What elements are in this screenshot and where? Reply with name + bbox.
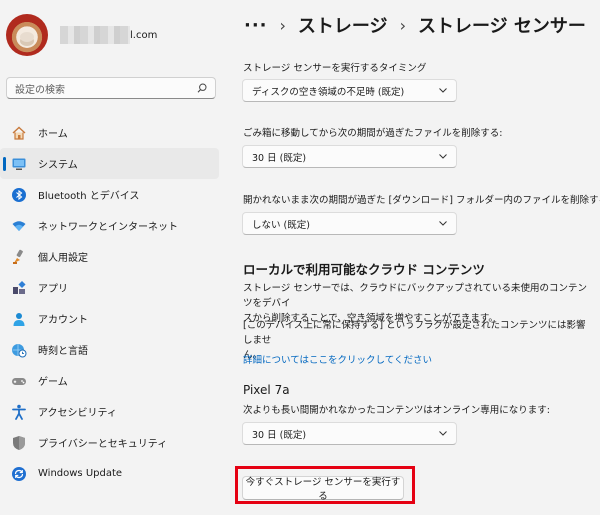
sidebar-item-apps[interactable]: アプリ [0, 272, 219, 303]
downloads-value: しない (既定) [252, 219, 310, 231]
shield-icon [11, 435, 27, 451]
sidebar-item-label: アカウント [38, 315, 88, 326]
breadcrumb-storage[interactable]: ストレージ [298, 12, 388, 38]
monitor-icon [11, 156, 27, 172]
sidebar-item-label: システム [38, 160, 78, 171]
sidebar-item-home[interactable]: ホーム [0, 117, 219, 148]
sidebar-item-label: アクセシビリティ [38, 408, 117, 419]
sidebar-item-system[interactable]: システム [0, 148, 219, 179]
online-only-label: 次よりも長い間開かれなかったコンテンツはオンライン専用になります: [243, 405, 551, 416]
cloud-content-heading: ローカルで利用可能なクラウド コンテンツ [243, 262, 485, 277]
sidebar-item-bluetooth[interactable]: Bluetooth とデバイス [0, 179, 219, 210]
person-icon [11, 311, 27, 327]
search-input[interactable]: 設定の検索 [6, 77, 216, 99]
email-suffix: l.com [130, 29, 158, 41]
chevron-down-icon [439, 221, 447, 226]
sidebar-item-label: Windows Update [38, 468, 123, 479]
sidebar-item-label: 時刻と言語 [38, 346, 88, 357]
nav-list: ホーム システム Bluetooth とデバイス ネットワークとインターネット … [0, 117, 222, 489]
sidebar-item-privacy-security[interactable]: プライバシーとセキュリティ [0, 427, 219, 458]
sidebar-item-accessibility[interactable]: アクセシビリティ [0, 396, 219, 427]
sidebar-item-windows-update[interactable]: Windows Update [0, 458, 219, 489]
bluetooth-icon [11, 187, 27, 203]
wifi-icon [11, 218, 27, 234]
breadcrumb-overflow-button[interactable]: ··· [244, 15, 268, 36]
sidebar-item-personalization[interactable]: 個人用設定 [0, 241, 219, 272]
page-title: ストレージ センサー [417, 16, 586, 37]
timing-dropdown[interactable]: ディスクの空き領域の不足時 (既定) [242, 79, 457, 102]
chevron-down-icon [439, 88, 447, 93]
search-icon [197, 83, 207, 93]
home-icon [11, 125, 27, 141]
sidebar-item-label: 個人用設定 [38, 253, 88, 264]
chevron-right-icon: › [399, 15, 406, 35]
sidebar-item-network[interactable]: ネットワークとインターネット [0, 210, 219, 241]
sidebar-item-label: ホーム [38, 129, 68, 140]
run-storage-sense-button[interactable]: 今すぐストレージ センサーを実行する [242, 476, 404, 502]
cloud-description-line: ストレージ センサーでは、クラウドにバックアップされている未使用のコンテンツをデ… [243, 283, 587, 309]
recycle-bin-dropdown[interactable]: 30 日 (既定) [242, 145, 457, 168]
sidebar: l.com 設定の検索 ホーム システム Bluetooth とデバイス ネット… [0, 0, 228, 515]
recycle-bin-label: ごみ箱に移動してから次の期間が過ぎたファイルを削除する: [243, 128, 503, 139]
search-placeholder: 設定の検索 [15, 84, 65, 96]
avatar [6, 14, 48, 56]
main-content: ··· › ストレージ › ストレージ センサー ストレージ センサーを実行する… [228, 0, 600, 515]
timing-value: ディスクの空き領域の不足時 (既定) [252, 86, 405, 98]
recycle-bin-value: 30 日 (既定) [252, 152, 307, 164]
sidebar-item-gaming[interactable]: ゲーム [0, 365, 219, 396]
account-name: Pixel 7a [243, 383, 290, 397]
gamepad-icon [11, 373, 27, 389]
sidebar-item-label: プライバシーとセキュリティ [38, 439, 168, 450]
accessibility-icon [11, 404, 27, 420]
sidebar-item-time-language[interactable]: 時刻と言語 [0, 334, 219, 365]
apps-icon [11, 280, 27, 296]
sidebar-item-label: ネットワークとインターネット [38, 222, 178, 233]
chevron-down-icon [439, 154, 447, 159]
breadcrumb: ··· › ストレージ › ストレージ センサー [244, 8, 586, 42]
paintbrush-icon [11, 249, 27, 265]
online-only-dropdown[interactable]: 30 日 (既定) [242, 422, 457, 445]
profile[interactable]: l.com [6, 14, 157, 56]
sidebar-item-accounts[interactable]: アカウント [0, 303, 219, 334]
cloud-note-line: [このデバイス上に常に保持する] というフラグが設定されたコンテンツには影響しま… [243, 320, 586, 346]
downloads-dropdown[interactable]: しない (既定) [242, 212, 457, 235]
timing-label: ストレージ センサーを実行するタイミング [243, 63, 427, 74]
update-icon [11, 466, 27, 482]
blurred-username [60, 26, 130, 44]
sidebar-item-label: Bluetooth とデバイス [38, 191, 140, 202]
globe-clock-icon [11, 342, 27, 358]
online-only-value: 30 日 (既定) [252, 429, 307, 441]
sidebar-item-label: アプリ [38, 284, 68, 295]
downloads-label: 開かれないまま次の期間が過ぎた [ダウンロード] フォルダー内のファイルを削除す… [243, 195, 600, 206]
chevron-right-icon: › [279, 15, 286, 35]
chevron-down-icon [439, 431, 447, 436]
sidebar-item-label: ゲーム [38, 377, 68, 388]
learn-more-link[interactable]: 詳細についてはここをクリックしてください [243, 352, 432, 366]
